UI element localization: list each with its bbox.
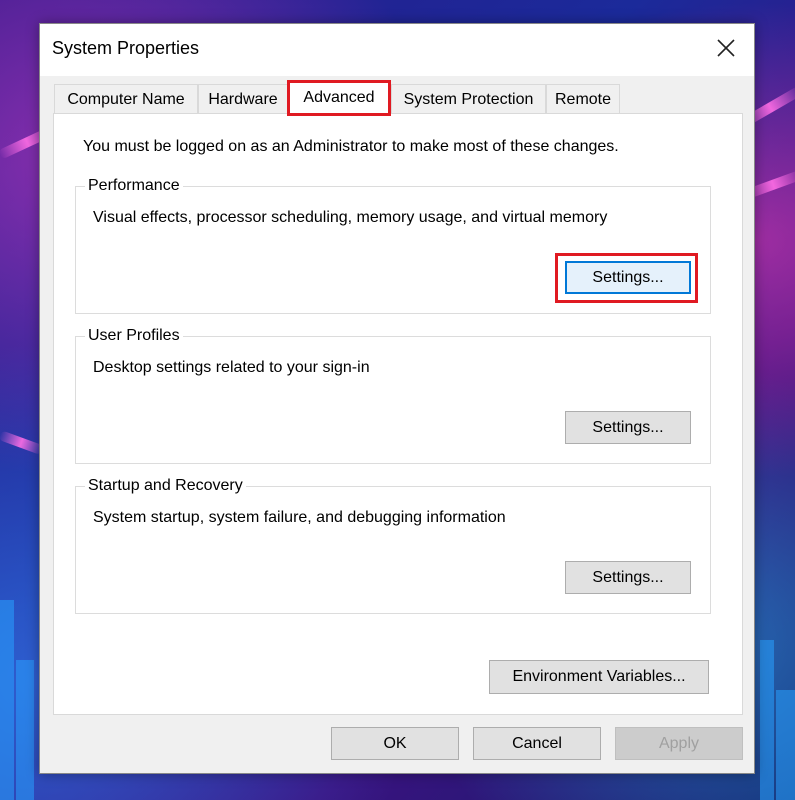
- user-profiles-title: User Profiles: [85, 327, 183, 345]
- performance-group: Performance Visual effects, processor sc…: [75, 177, 711, 314]
- tab-remote[interactable]: Remote: [546, 84, 620, 114]
- system-properties-dialog: System Properties Computer Name Hardware…: [39, 23, 755, 774]
- cancel-button[interactable]: Cancel: [473, 727, 601, 760]
- tab-label: System Protection: [403, 90, 534, 108]
- tab-label: Remote: [554, 90, 612, 108]
- tab-label: Hardware: [208, 90, 278, 108]
- performance-title: Performance: [85, 177, 183, 195]
- startup-recovery-title: Startup and Recovery: [85, 477, 246, 495]
- tab-label: Computer Name: [67, 90, 185, 108]
- wallpaper-building: [0, 600, 14, 800]
- startup-recovery-group: Startup and Recovery System startup, sys…: [75, 477, 711, 614]
- startup-recovery-settings-button[interactable]: Settings...: [565, 561, 691, 594]
- admin-notice: You must be logged on as an Administrato…: [83, 138, 619, 155]
- user-profiles-group: User Profiles Desktop settings related t…: [75, 327, 711, 464]
- wallpaper-building: [776, 690, 795, 800]
- user-profiles-description: Desktop settings related to your sign-in: [93, 359, 370, 376]
- performance-settings-button[interactable]: Settings...: [565, 261, 691, 294]
- wallpaper-building: [760, 640, 774, 800]
- startup-recovery-description: System startup, system failure, and debu…: [93, 509, 506, 526]
- close-button[interactable]: [698, 24, 754, 72]
- dialog-title: System Properties: [52, 38, 200, 58]
- tab-hardware[interactable]: Hardware: [198, 84, 288, 114]
- user-profiles-settings-button[interactable]: Settings...: [565, 411, 691, 444]
- environment-variables-button[interactable]: Environment Variables...: [489, 660, 709, 694]
- wallpaper-building: [16, 660, 34, 800]
- tab-label: Advanced: [303, 89, 375, 106]
- ok-button[interactable]: OK: [331, 727, 459, 760]
- tab-system-protection[interactable]: System Protection: [391, 84, 546, 114]
- apply-button[interactable]: Apply: [615, 727, 743, 760]
- wallpaper-streak: [0, 430, 44, 456]
- close-icon: [717, 39, 735, 57]
- performance-description: Visual effects, processor scheduling, me…: [93, 209, 608, 226]
- tab-computer-name[interactable]: Computer Name: [54, 84, 198, 114]
- advanced-tab-page: You must be logged on as an Administrato…: [53, 113, 743, 715]
- tab-advanced[interactable]: Advanced: [287, 80, 391, 116]
- title-bar: System Properties: [40, 24, 754, 76]
